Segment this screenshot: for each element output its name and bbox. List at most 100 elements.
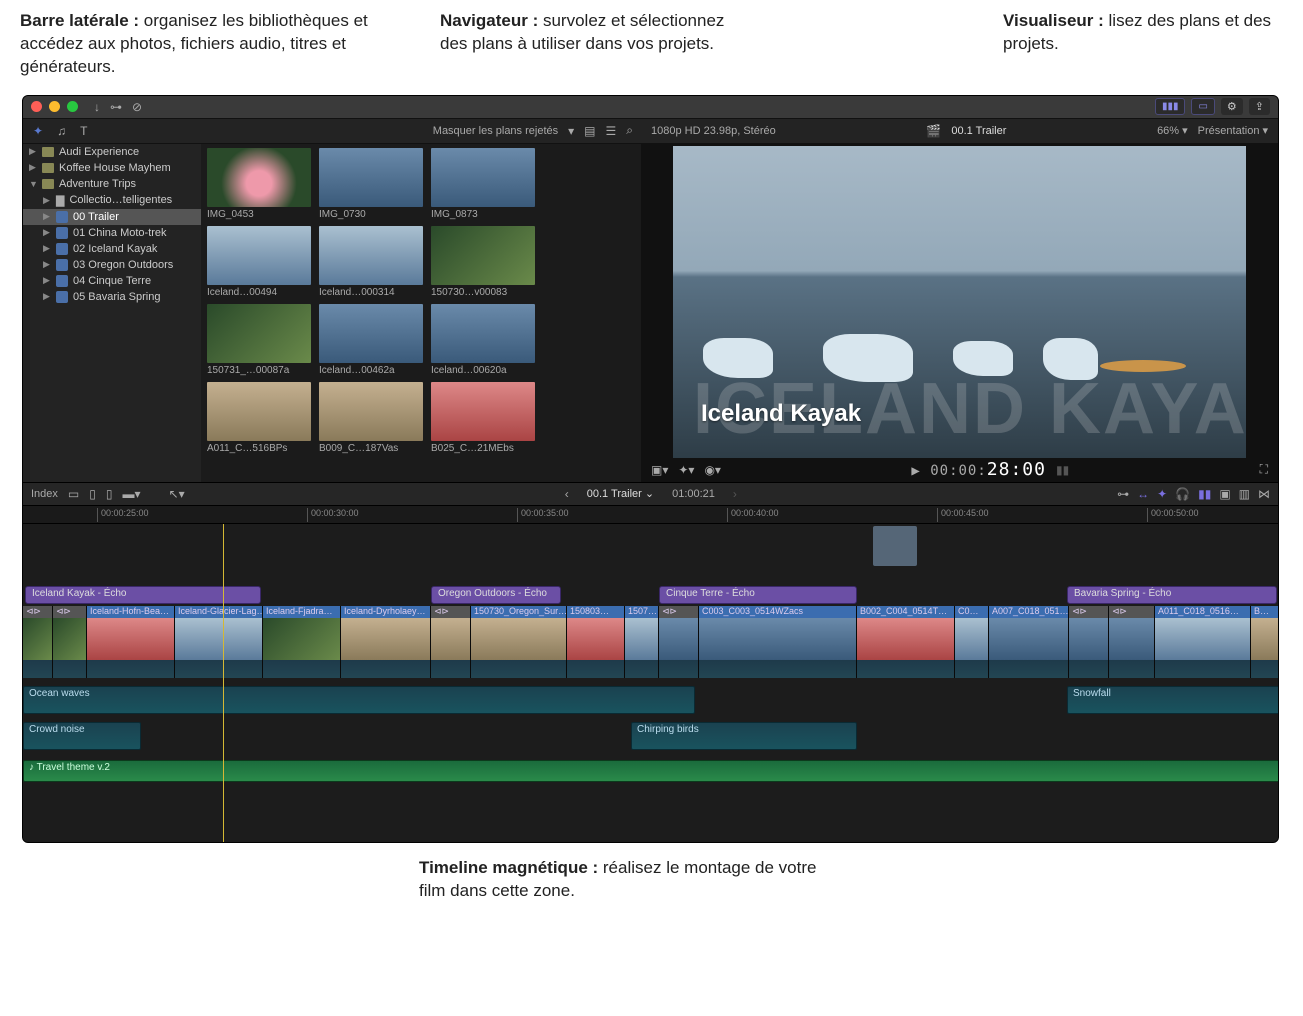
sidebar-item-3[interactable]: ▶▇Collectio…telligentes <box>23 192 201 209</box>
filter-menu[interactable]: Masquer les plans rejetés <box>433 125 558 137</box>
timeline-back-icon[interactable]: ‹ <box>565 487 569 501</box>
library-tab-icon[interactable]: ✦ <box>33 124 43 138</box>
sidebar-item-8[interactable]: ▶04 Cinque Terre <box>23 273 201 289</box>
sidebar-item-7[interactable]: ▶03 Oregon Outdoors <box>23 257 201 273</box>
transition-clip[interactable]: ⊲⊳ <box>53 606 87 678</box>
sidebar-item-9[interactable]: ▶05 Bavaria Spring <box>23 289 201 305</box>
minimize-button[interactable] <box>49 101 60 112</box>
transition-clip[interactable]: ⊲⊳ <box>23 606 53 678</box>
browser-clip[interactable]: 150731_…00087a <box>207 304 311 376</box>
disclosure-triangle-icon[interactable]: ▶ <box>43 275 51 286</box>
disclosure-triangle-icon[interactable]: ▶ <box>29 146 37 157</box>
overwrite-clip-icon[interactable]: ▬▾ <box>122 487 140 501</box>
title-clip[interactable]: Iceland Kayak - Écho <box>25 586 261 604</box>
browser-clip[interactable]: B009_C…187Vas <box>319 382 423 454</box>
skimming-icon[interactable]: ⊶ <box>1117 487 1129 501</box>
inspector-toggle-button[interactable]: ⚙ <box>1221 98 1243 115</box>
list-view-icon[interactable]: ☰ <box>606 124 617 138</box>
solo-icon[interactable]: ✦ <box>1157 487 1167 501</box>
browser-clip[interactable]: Iceland…00494 <box>207 226 311 298</box>
sidebar-item-6[interactable]: ▶02 Iceland Kayak <box>23 241 201 257</box>
timeline-toggle-button[interactable]: ▭ <box>1191 98 1214 115</box>
close-button[interactable] <box>31 101 42 112</box>
disclosure-triangle-icon[interactable]: ▶ <box>29 162 37 173</box>
video-clip[interactable]: A007_C018_051… <box>989 606 1069 678</box>
sidebar-item-1[interactable]: ▶Koffee House Mayhem <box>23 160 201 176</box>
browser-toggle-button[interactable]: ▮▮▮ <box>1155 98 1186 115</box>
append-clip-icon[interactable]: ▯ <box>106 487 113 501</box>
browser-clip[interactable]: Iceland…00620a <box>431 304 535 376</box>
video-clip[interactable]: Iceland-Hofn-Bea… <box>87 606 175 678</box>
browser-clip[interactable]: IMG_0730 <box>319 148 423 220</box>
render-icon[interactable]: ⊘ <box>132 100 142 114</box>
snapping-icon[interactable]: ▮▮ <box>1198 487 1211 501</box>
browser-clip[interactable]: IMG_0873 <box>431 148 535 220</box>
transition-clip[interactable]: ⊲⊳ <box>1069 606 1109 678</box>
playhead[interactable] <box>223 524 224 842</box>
audio-skimming-icon[interactable]: ↔ <box>1137 487 1149 501</box>
viewer-canvas[interactable]: ICELAND KAYAK Iceland Kayak <box>673 146 1246 458</box>
zoom-button[interactable] <box>67 101 78 112</box>
browser-clip[interactable]: Iceland…00462a <box>319 304 423 376</box>
transform-menu-icon[interactable]: ▣▾ <box>651 463 668 477</box>
import-icon[interactable]: ↓ <box>94 100 100 114</box>
browser-clip[interactable]: 150730…v00083 <box>431 226 535 298</box>
video-clip[interactable]: Iceland-Glacier-Lag… <box>175 606 263 678</box>
browser-clip[interactable]: A011_C…516BPs <box>207 382 311 454</box>
timeline[interactable]: Iceland Kayak - Écho Oregon Outdoors - Éc… <box>23 524 1278 842</box>
timeline-ruler[interactable]: 00:00:25:0000:00:30:0000:00:35:0000:00:4… <box>23 506 1278 524</box>
video-clip[interactable]: Iceland-Dyrholaey… <box>341 606 431 678</box>
video-clip[interactable]: 1507… <box>625 606 659 678</box>
fullscreen-icon[interactable]: ⛶ <box>1260 462 1268 477</box>
sidebar-item-4[interactable]: ▶00 Trailer <box>23 209 201 225</box>
transition-clip[interactable]: ⊲⊳ <box>1109 606 1155 678</box>
title-clip[interactable]: Oregon Outdoors - Écho <box>431 586 561 604</box>
viewer-presentation-menu[interactable]: Présentation ▾ <box>1198 124 1268 137</box>
disclosure-triangle-icon[interactable]: ▶ <box>43 243 51 254</box>
effects-browser-icon[interactable]: ▣ <box>1219 487 1230 501</box>
video-clip[interactable]: Iceland-Fjadra… <box>263 606 341 678</box>
viewer-zoom-menu[interactable]: 66% ▾ <box>1157 124 1188 137</box>
pause-icon[interactable]: ▮▮ <box>1056 463 1069 477</box>
browser-clip[interactable]: Iceland…000314 <box>319 226 423 298</box>
transitions-browser-icon[interactable]: ⋈ <box>1258 487 1270 501</box>
disclosure-triangle-icon[interactable]: ▶ <box>43 227 51 238</box>
connected-clip-thumb[interactable] <box>873 526 917 566</box>
music-clip[interactable]: ♪ Travel theme v.2 <box>23 760 1278 782</box>
share-button[interactable]: ⇪ <box>1249 98 1270 115</box>
transition-clip[interactable]: ⊲⊳ <box>431 606 471 678</box>
video-clip[interactable]: 150803… <box>567 606 625 678</box>
disclosure-triangle-icon[interactable]: ▶ <box>43 291 51 302</box>
video-clip[interactable]: B002_C004_0514T… <box>857 606 955 678</box>
connect-clip-icon[interactable]: ▭ <box>68 487 79 501</box>
transition-clip[interactable]: ⊲⊳ <box>659 606 699 678</box>
audio-clip[interactable]: Ocean waves <box>23 686 695 714</box>
video-clip[interactable]: C003_C003_0514WZacs <box>699 606 857 678</box>
arrow-tool-icon[interactable]: ↖▾ <box>169 487 185 501</box>
video-clip[interactable]: A011_C018_0516… <box>1155 606 1251 678</box>
browser-clip[interactable]: B025_C…21MEbs <box>431 382 535 454</box>
sidebar-item-5[interactable]: ▶01 China Moto-trek <box>23 225 201 241</box>
disclosure-triangle-icon[interactable]: ▶ <box>43 211 51 222</box>
video-clip[interactable]: C0… <box>955 606 989 678</box>
timeline-project-menu[interactable]: 00.1 Trailer ⌄ <box>587 487 654 500</box>
keyword-icon[interactable]: ⊶ <box>110 100 122 114</box>
retime-menu-icon[interactable]: ✦▾ <box>678 463 694 477</box>
audio-clip[interactable]: Snowfall <box>1067 686 1278 714</box>
titles-tab-icon[interactable]: T <box>80 124 87 138</box>
sidebar-item-2[interactable]: ▼Adventure Trips <box>23 176 201 192</box>
audio-clip[interactable]: Chirping birds <box>631 722 857 750</box>
disclosure-triangle-icon[interactable]: ▼ <box>29 179 37 189</box>
disclosure-triangle-icon[interactable]: ▶ <box>43 195 51 206</box>
insert-clip-icon[interactable]: ▯ <box>89 487 96 501</box>
search-icon[interactable]: ⌕ <box>626 123 633 138</box>
transitions-icon[interactable]: ▥ <box>1239 487 1250 501</box>
browser-clip[interactable]: IMG_0453 <box>207 148 311 220</box>
effects-menu-icon[interactable]: ◉▾ <box>704 463 721 477</box>
timeline-forward-icon[interactable]: › <box>733 487 737 501</box>
headphones-icon[interactable]: 🎧 <box>1175 487 1190 501</box>
clip-view-icon[interactable]: ▤ <box>584 124 595 138</box>
photos-tab-icon[interactable]: ♫ <box>57 124 66 138</box>
index-button[interactable]: Index <box>31 488 58 500</box>
sidebar-item-0[interactable]: ▶Audi Experience <box>23 144 201 160</box>
